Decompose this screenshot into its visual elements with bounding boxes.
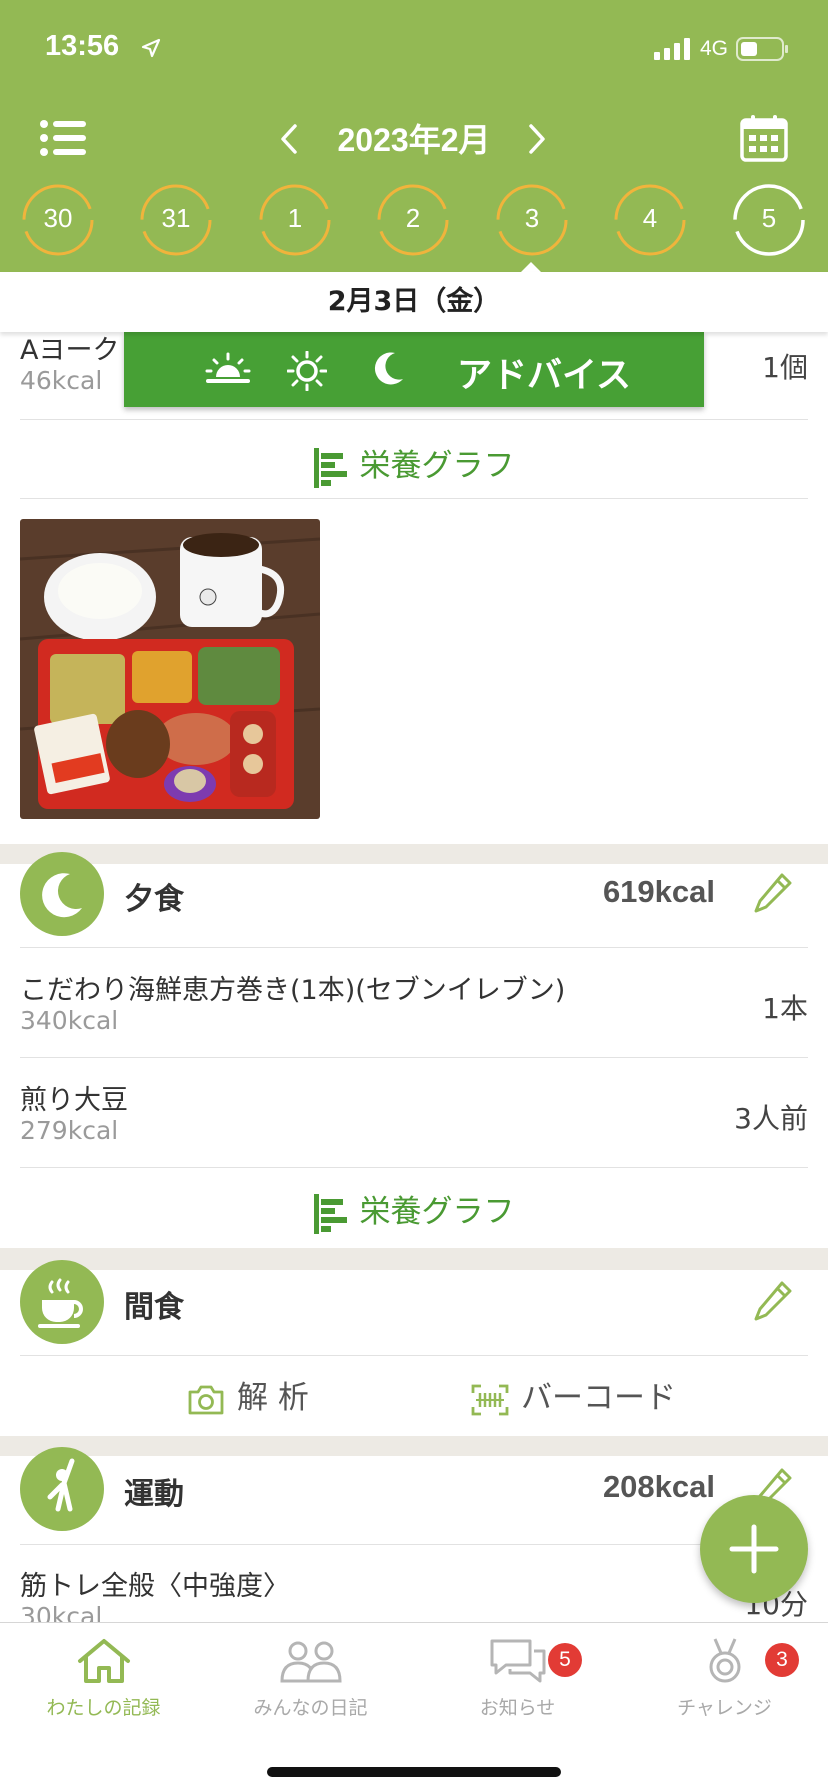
food-item-qty: 3人前 <box>734 1102 808 1135</box>
food-item-name[interactable]: 煎り大豆 <box>20 1078 128 1117</box>
edit-pencil-icon[interactable] <box>753 872 793 914</box>
food-item-kcal: 340kcal <box>20 1006 119 1035</box>
location-arrow-icon <box>141 38 161 58</box>
day-2[interactable]: 2 <box>376 183 450 257</box>
day-3-selected[interactable]: 3 <box>495 183 569 257</box>
exercise-item-name[interactable]: 筋トレ全般〈中強度〉 <box>20 1564 290 1603</box>
bar-graph-icon <box>313 447 347 488</box>
moon-icon <box>374 352 403 385</box>
meal-log-content: Aヨーク 46kcal 1個 栄養グラフ 夕食 619kcal こだわり海鮮恵方… <box>0 332 828 1622</box>
camera-icon <box>188 1385 224 1414</box>
exercise-item-kcal: 30kcal <box>20 1602 103 1622</box>
snack-icon <box>20 1260 104 1344</box>
section-gap <box>0 1436 828 1456</box>
meal-photo-image <box>20 519 320 819</box>
month-title: 2023年2月 <box>337 122 491 158</box>
home-indicator <box>267 1767 561 1777</box>
food-item-name[interactable]: Aヨーク <box>20 332 119 367</box>
edit-pencil-icon[interactable] <box>753 1280 793 1322</box>
divider <box>20 1057 808 1058</box>
home-icon <box>77 1639 130 1683</box>
day-30[interactable]: 30 <box>21 183 95 257</box>
section-gap <box>0 844 828 864</box>
food-item-kcal: 46kcal <box>20 366 103 395</box>
tab-label: みんなの日記 <box>253 1697 368 1719</box>
exercise-icon <box>20 1447 104 1531</box>
tab-label: チャレンジ <box>677 1697 772 1719</box>
meal-photo[interactable] <box>20 519 320 819</box>
snack-title: 間食 <box>124 1290 184 1325</box>
divider <box>20 1355 808 1356</box>
food-item-name[interactable]: こだわり海鮮恵方巻き(1本)(セブンイレブン) <box>20 968 565 1007</box>
divider <box>20 1167 808 1168</box>
app-header: 13:56 4G 2023年2月 30 31 1 2 3 4 5 <box>0 0 828 273</box>
day-selector: 30 31 1 2 3 4 5 <box>0 183 828 257</box>
stretching-person-icon <box>47 1458 75 1512</box>
calendar-icon[interactable] <box>740 114 788 162</box>
plus-icon <box>729 1524 779 1574</box>
dinner-icon <box>20 852 104 936</box>
tab-challenge[interactable]: チャレンジ 3 <box>621 1637 828 1720</box>
people-icon <box>279 1641 342 1683</box>
add-record-button[interactable] <box>700 1495 808 1603</box>
dinner-title: 夕食 <box>124 882 184 917</box>
divider <box>20 1544 808 1545</box>
status-time: 13:56 <box>45 30 120 62</box>
divider <box>20 947 808 948</box>
tab-label: わたしの記録 <box>46 1697 161 1719</box>
network-type: 4G <box>699 37 728 60</box>
medal-icon <box>709 1638 740 1683</box>
sunrise-icon <box>205 352 251 383</box>
food-item-kcal: 279kcal <box>20 1116 119 1145</box>
bottom-tab-bar: わたしの記録 みんなの日記 お知らせ 5 チャレンジ 3 <box>0 1622 828 1792</box>
challenge-badge: 3 <box>765 1643 799 1677</box>
barcode-icon <box>471 1384 509 1415</box>
divider <box>20 498 808 499</box>
selected-date-label: 2月3日（金） <box>0 272 828 332</box>
tab-label: お知らせ <box>479 1697 556 1719</box>
bar-graph-icon <box>313 1193 347 1234</box>
status-indicators: 4G <box>653 36 790 62</box>
day-5-today[interactable]: 5 <box>732 183 806 257</box>
food-item-qty: 1個 <box>762 351 808 384</box>
advice-button[interactable]: アドバイス <box>124 332 704 407</box>
sun-icon <box>287 351 327 391</box>
moon-icon <box>42 873 82 918</box>
food-item-qty: 1本 <box>762 992 808 1025</box>
next-month-icon[interactable] <box>526 123 548 155</box>
day-4[interactable]: 4 <box>613 183 687 257</box>
barcode-label: バーコード <box>521 1380 676 1416</box>
nutrition-graph-link[interactable]: 栄養グラフ <box>0 440 828 488</box>
day-31[interactable]: 31 <box>139 183 213 257</box>
signal-icon <box>653 38 690 60</box>
notification-badge: 5 <box>548 1643 582 1677</box>
photo-analyze-button[interactable]: 解 析 <box>187 1372 309 1417</box>
coffee-cup-icon <box>38 1278 83 1328</box>
month-navigator: 2023年2月 <box>0 115 828 161</box>
analyze-label: 解 析 <box>237 1380 309 1416</box>
dinner-kcal: 619kcal <box>602 874 715 909</box>
chat-icon <box>490 1639 545 1683</box>
day-1[interactable]: 1 <box>258 183 332 257</box>
nutrition-graph-link[interactable]: 栄養グラフ <box>0 1186 828 1234</box>
tab-everyone-diary[interactable]: みんなの日記 <box>207 1637 414 1720</box>
exercise-title: 運動 <box>124 1477 184 1512</box>
tab-my-records[interactable]: わたしの記録 <box>0 1637 207 1720</box>
barcode-scan-button[interactable]: バーコード <box>471 1372 676 1417</box>
section-gap <box>0 1248 828 1270</box>
nutrition-graph-label: 栄養グラフ <box>359 448 515 484</box>
exercise-kcal: 208kcal <box>602 1469 715 1504</box>
divider <box>20 419 808 420</box>
nutrition-graph-label: 栄養グラフ <box>359 1194 515 1230</box>
tab-notifications[interactable]: お知らせ 5 <box>414 1637 621 1720</box>
advice-label: アドバイス <box>457 356 631 396</box>
battery-icon <box>736 37 788 61</box>
